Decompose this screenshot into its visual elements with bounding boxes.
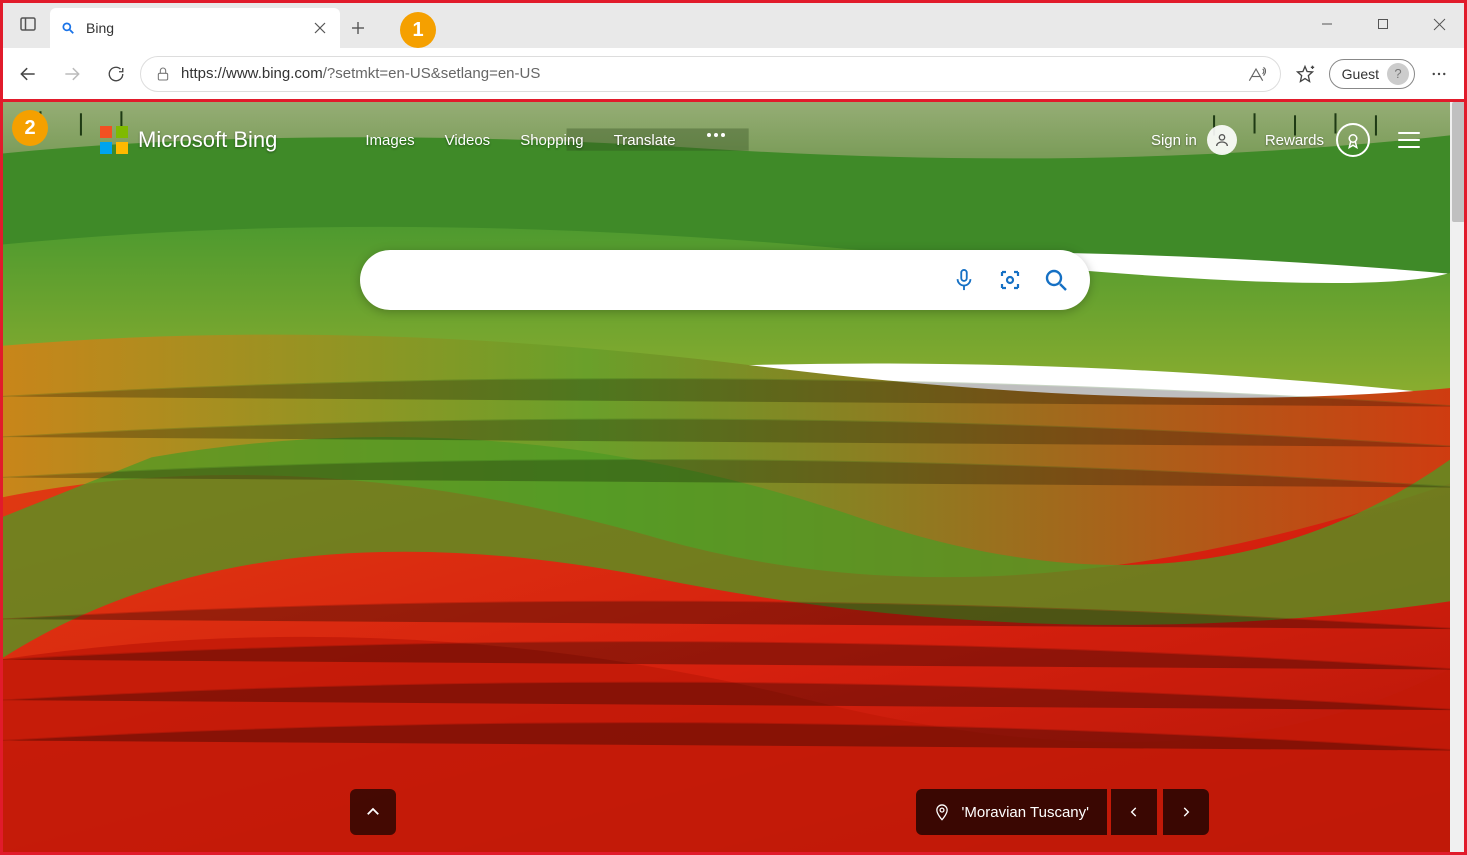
microsoft-logo-icon (100, 126, 128, 154)
maximize-button[interactable] (1355, 0, 1411, 48)
close-window-button[interactable] (1411, 0, 1467, 48)
forward-button[interactable] (52, 54, 92, 94)
minimize-button[interactable] (1299, 0, 1355, 48)
vertical-scrollbar[interactable] (1450, 100, 1467, 855)
bing-logo-text: Microsoft Bing (138, 127, 277, 153)
window-controls (1299, 0, 1467, 48)
guest-avatar-icon: ? (1387, 63, 1409, 85)
url-text: https://www.bing.com/?setmkt=en-US&setla… (181, 65, 1236, 82)
image-search-icon[interactable] (996, 266, 1024, 294)
rewards-label: Rewards (1265, 132, 1324, 149)
profile-button[interactable]: Guest ? (1329, 59, 1415, 89)
hero-image (0, 100, 1467, 855)
search-input[interactable] (388, 270, 932, 291)
scrollbar-thumb[interactable] (1452, 102, 1465, 222)
nav-more-icon[interactable] (706, 132, 726, 149)
prev-image-button[interactable] (1111, 789, 1157, 835)
signin-label: Sign in (1151, 132, 1197, 149)
medal-icon (1336, 123, 1370, 157)
search-icon[interactable] (1042, 266, 1070, 294)
read-aloud-icon[interactable] (1246, 65, 1266, 83)
nav-images[interactable]: Images (365, 132, 414, 149)
expand-feed-button[interactable] (350, 789, 396, 835)
nav-videos[interactable]: Videos (445, 132, 491, 149)
search-box (360, 250, 1090, 310)
signin-button[interactable]: Sign in (1151, 125, 1237, 155)
favorites-button[interactable] (1285, 54, 1325, 94)
caption-text: 'Moravian Tuscany' (962, 804, 1089, 821)
page-viewport: Microsoft Bing Images Videos Shopping Tr… (0, 100, 1467, 855)
location-pin-icon (934, 803, 950, 821)
rewards-button[interactable]: Rewards (1265, 123, 1370, 157)
bing-header: Microsoft Bing Images Videos Shopping Tr… (0, 100, 1450, 180)
person-icon (1207, 125, 1237, 155)
close-tab-button[interactable] (310, 18, 330, 38)
tab-title: Bing (86, 20, 300, 36)
address-bar[interactable]: https://www.bing.com/?setmkt=en-US&setla… (140, 56, 1281, 92)
tab-actions-button[interactable] (6, 0, 50, 48)
bing-logo[interactable]: Microsoft Bing (100, 126, 277, 154)
settings-menu-button[interactable] (1419, 54, 1459, 94)
browser-tab[interactable]: Bing (50, 8, 340, 48)
nav-translate[interactable]: Translate (614, 132, 676, 149)
back-button[interactable] (8, 54, 48, 94)
next-image-button[interactable] (1163, 789, 1209, 835)
browser-chrome: Bing (0, 0, 1467, 100)
hamburger-menu-button[interactable] (1398, 132, 1420, 148)
browser-toolbar: https://www.bing.com/?setmkt=en-US&setla… (0, 48, 1467, 100)
image-nav (1111, 789, 1209, 835)
lock-icon (155, 66, 171, 82)
profile-label: Guest (1342, 66, 1379, 82)
voice-search-icon[interactable] (950, 266, 978, 294)
bing-nav: Images Videos Shopping Translate (365, 132, 725, 149)
bing-favicon-icon (60, 20, 76, 36)
image-caption[interactable]: 'Moravian Tuscany' (916, 789, 1107, 835)
nav-shopping[interactable]: Shopping (520, 132, 583, 149)
tab-strip: Bing (0, 0, 1467, 48)
search-container (0, 250, 1450, 310)
new-tab-button[interactable] (340, 8, 376, 48)
refresh-button[interactable] (96, 54, 136, 94)
